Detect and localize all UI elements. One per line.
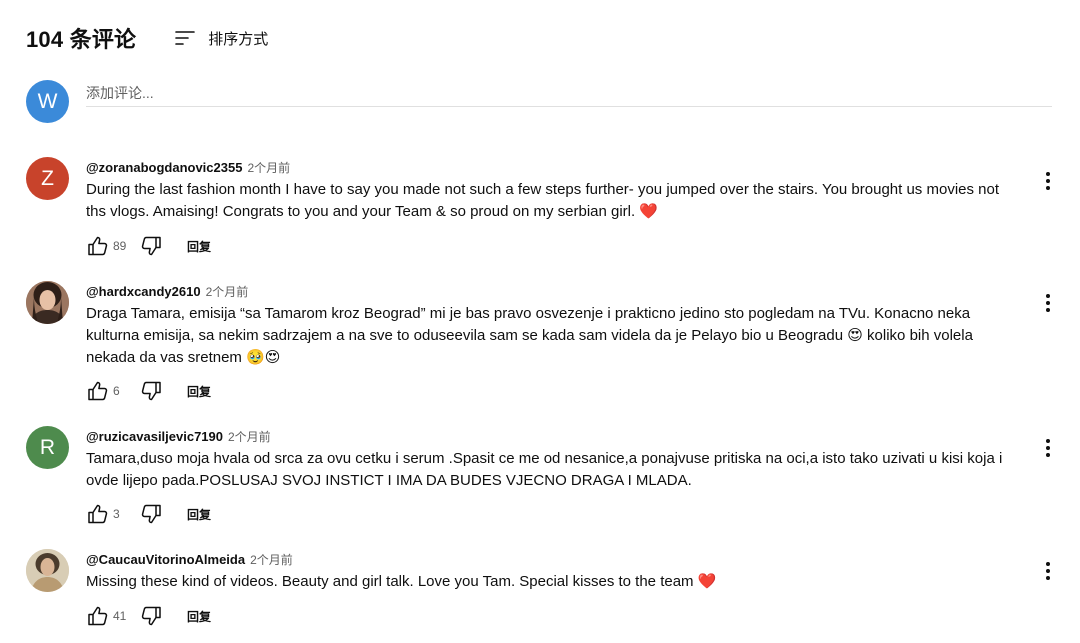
thumbs-up-icon[interactable] (86, 502, 110, 526)
comment-item: @CaucauVitorinoAlmeida 2个月前 Missing these… (26, 549, 1056, 639)
thumbs-down-icon[interactable] (139, 234, 163, 258)
like-count: 41 (113, 609, 127, 623)
comment-text: Tamara,duso moja hvala od srca za ovu ce… (86, 450, 1003, 489)
profile-photo-icon (26, 549, 69, 592)
thumbs-down-icon[interactable] (139, 502, 163, 526)
comment-item: Z @zoranabogdanovic2355 2个月前 During the l… (26, 157, 1056, 267)
avatar[interactable]: W (26, 80, 69, 123)
comment-text: Missing these kind of videos. Beauty and… (86, 573, 717, 590)
add-comment-input[interactable] (86, 80, 1052, 107)
comment-author[interactable]: @ruzicavasiljevic7190 (86, 429, 223, 444)
thumbs-up-icon[interactable] (86, 234, 110, 258)
avatar[interactable] (26, 281, 69, 324)
thumbs-down-icon[interactable] (139, 604, 163, 628)
avatar-letter: Z (41, 166, 54, 190)
comment-actions: 3 回复 (86, 502, 211, 526)
comment-text: During the last fashion month I have to … (86, 181, 1000, 220)
avatar-letter: R (39, 435, 56, 459)
sort-label: 排序方式 (208, 30, 269, 48)
comment-item: @hardxcandy2610 2个月前 Draga Tamara, emisij… (26, 281, 1056, 406)
comments-header: 104 条评论 排序方式 (26, 22, 268, 54)
like-count: 6 (113, 384, 120, 398)
avatar[interactable]: Z (26, 157, 69, 200)
reply-button[interactable]: 回复 (187, 238, 211, 255)
comment-meta: @zoranabogdanovic2355 2个月前 (86, 159, 290, 177)
like-count: 89 (113, 239, 127, 253)
comment-text: Draga Tamara, emisija “sa Tamarom kroz B… (86, 305, 973, 366)
comment-time[interactable]: 2个月前 (228, 430, 271, 444)
comment-author[interactable]: @zoranabogdanovic2355 (86, 160, 242, 175)
comment-time[interactable]: 2个月前 (206, 285, 249, 299)
comment-meta: @CaucauVitorinoAlmeida 2个月前 (86, 551, 293, 569)
sort-button[interactable]: 排序方式 (174, 28, 268, 49)
comment-actions: 41 回复 (86, 604, 211, 628)
comment-author[interactable]: @CaucauVitorinoAlmeida (86, 552, 245, 567)
more-vertical-icon[interactable] (1036, 291, 1060, 315)
thumbs-up-icon[interactable] (86, 604, 110, 628)
comment-count: 104 条评论 (26, 27, 137, 52)
add-comment-row: W (26, 80, 1052, 126)
comment-author[interactable]: @hardxcandy2610 (86, 284, 201, 299)
avatar-letter: W (37, 89, 58, 113)
avatar[interactable]: R (26, 426, 69, 469)
comment-actions: 89 回复 (86, 234, 211, 258)
reply-button[interactable]: 回复 (187, 383, 211, 400)
comment-meta: @hardxcandy2610 2个月前 (86, 283, 248, 301)
comment-meta: @ruzicavasiljevic7190 2个月前 (86, 428, 271, 446)
sort-lines-icon (174, 28, 196, 48)
more-vertical-icon[interactable] (1036, 169, 1060, 193)
like-count: 3 (113, 507, 120, 521)
avatar[interactable] (26, 549, 69, 592)
comment-actions: 6 回复 (86, 379, 211, 403)
thumbs-down-icon[interactable] (139, 379, 163, 403)
reply-button[interactable]: 回复 (187, 608, 211, 625)
comment-item: R @ruzicavasiljevic7190 2个月前 Tamara,duso … (26, 426, 1056, 531)
comment-time[interactable]: 2个月前 (247, 161, 290, 175)
more-vertical-icon[interactable] (1036, 436, 1060, 460)
profile-photo-icon (26, 281, 69, 324)
more-vertical-icon[interactable] (1036, 559, 1060, 583)
thumbs-up-icon[interactable] (86, 379, 110, 403)
comment-time[interactable]: 2个月前 (250, 553, 293, 567)
reply-button[interactable]: 回复 (187, 506, 211, 523)
